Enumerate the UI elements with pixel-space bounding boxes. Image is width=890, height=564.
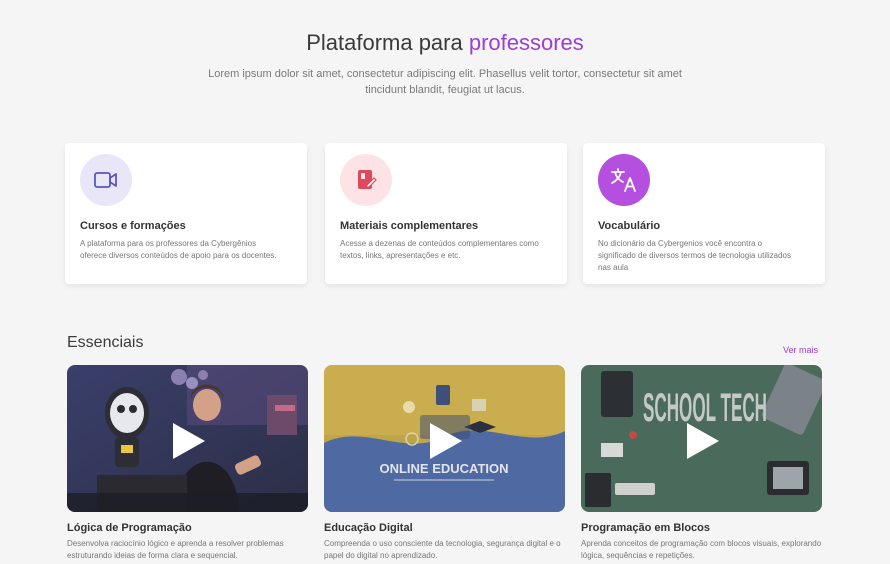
- feature-card-courses[interactable]: Cursos e formações A plataforma para os …: [65, 143, 307, 284]
- video-description: Desenvolva raciocínio lógico e aprenda a…: [67, 539, 284, 560]
- video-title: Lógica de Programação: [67, 522, 192, 534]
- play-icon[interactable]: [171, 421, 207, 461]
- translate-icon: [598, 154, 650, 206]
- video-description: Compreenda o uso consciente da tecnologi…: [324, 539, 561, 560]
- feature-card-vocabulary[interactable]: Vocabulário No dicionário da Cybergenios…: [583, 143, 825, 284]
- book-edit-icon: [340, 154, 392, 206]
- feature-card-materials[interactable]: Materiais complementares Acesse a dezena…: [325, 143, 567, 284]
- features-section: Cursos e formações A plataforma para os …: [65, 143, 827, 284]
- feature-title: Vocabulário: [598, 220, 661, 232]
- page-title: Plataforma para professores: [0, 30, 890, 56]
- video-thumbnail[interactable]: ONLINE EDUCATION: [324, 365, 565, 512]
- see-more-link[interactable]: Ver mais: [783, 345, 818, 355]
- play-icon[interactable]: [428, 421, 464, 461]
- feature-description: A plataforma para os professores da Cybe…: [80, 239, 277, 260]
- video-title: Programação em Blocos: [581, 522, 710, 534]
- video-title: Educação Digital: [324, 522, 413, 534]
- page-subtitle: Lorem ipsum dolor sit amet, consectetur …: [208, 68, 682, 96]
- page-title-main: Plataforma para: [306, 30, 469, 55]
- video-camera-icon: [80, 154, 132, 206]
- feature-title: Materiais complementares: [340, 220, 479, 232]
- video-thumbnail[interactable]: SCHOOL TECH: [581, 365, 822, 512]
- video-card-block-programming[interactable]: SCHOOL TECH Programação em Blocos Aprend…: [581, 365, 822, 562]
- video-thumbnail[interactable]: [67, 365, 308, 512]
- video-card-digital-education[interactable]: ONLINE EDUCATION Educação Digital Compre…: [324, 365, 565, 562]
- thumbnail-caption: ONLINE EDUCATION: [379, 461, 508, 476]
- play-icon[interactable]: [685, 421, 721, 461]
- essentials-section-title: Essenciais: [67, 334, 144, 351]
- feature-description: Acesse a dezenas de conteúdos complement…: [340, 239, 539, 260]
- video-description: Aprenda conceitos de programação com blo…: [581, 539, 822, 560]
- feature-description: No dicionário da Cybergenios você encont…: [598, 239, 791, 272]
- feature-title: Cursos e formações: [80, 220, 186, 232]
- page-title-accent: professores: [468, 30, 584, 55]
- video-card-logic[interactable]: Lógica de Programação Desenvolva raciocí…: [67, 365, 308, 562]
